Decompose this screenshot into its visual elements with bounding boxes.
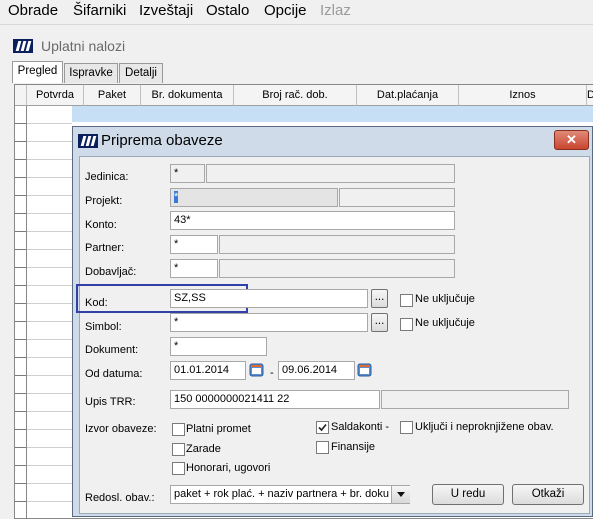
dobavljac-input[interactable]: * (170, 259, 218, 278)
ukljuci-neproknjizene-checkbox[interactable] (400, 421, 413, 434)
jedinica-label: Jedinica: (85, 171, 129, 183)
menu-bar: Obrade Šifarniki Izveštaji Ostalo Opcije… (0, 0, 593, 25)
chevron-down-icon (397, 492, 405, 497)
date-separator: - (270, 367, 274, 379)
dialog-title: Priprema obaveze (101, 132, 223, 149)
cancel-button[interactable]: Otkaži (512, 484, 584, 505)
upis-trr-label: Upis TRR: (85, 396, 136, 408)
grid-corner (15, 85, 27, 106)
platni-promet-checkbox[interactable] (172, 423, 185, 436)
projekt-name-field (339, 188, 455, 207)
redosled-value: paket + rok plać. + naziv partnera + br.… (174, 488, 389, 500)
kod-label: Kod: (85, 297, 108, 309)
tab-detalji[interactable]: Detalji (119, 63, 163, 83)
zarade-label: Zarade (186, 443, 221, 455)
dokument-input[interactable]: * (170, 337, 267, 356)
menu-opcije[interactable]: Opcije (264, 2, 307, 19)
kod-ne-ukljucuje-checkbox[interactable] (400, 294, 413, 307)
zarade-checkbox[interactable] (172, 443, 185, 456)
col-iznos[interactable]: Iznos (459, 85, 587, 106)
konto-input[interactable]: 43* (170, 211, 455, 230)
ok-button[interactable]: U redu (432, 484, 504, 505)
menu-izlaz[interactable]: Izlaz (320, 2, 351, 19)
jedinica-name-field (206, 164, 455, 183)
finansije-checkbox[interactable] (316, 441, 329, 454)
partner-name-field (219, 235, 455, 254)
honorari-label: Honorari, ugovori (186, 462, 271, 474)
upis-trr-name-field (381, 390, 569, 409)
menu-sifarniki[interactable]: Šifarniki (73, 2, 126, 19)
date-to-input[interactable]: 09.06.2014 (278, 361, 355, 380)
app-logo-icon (13, 39, 33, 53)
kod-ne-ukljucuje-label: Ne uključuje (415, 293, 475, 305)
row-indicator-column (15, 106, 27, 518)
date-from-input[interactable]: 01.01.2014 (170, 361, 246, 380)
menu-ostalo[interactable]: Ostalo (206, 2, 249, 19)
dobavljac-label: Dobavljač: (85, 266, 137, 278)
redosled-label: Redosl. obav.: (85, 492, 155, 504)
kod-input[interactable]: SZ,SS (170, 289, 368, 308)
redosled-dropdown-button[interactable] (391, 486, 410, 503)
ukljuci-neproknjizene-label: Uključi i neproknjižene obav. (415, 421, 554, 433)
projekt-label: Projekt: (85, 195, 123, 207)
col-d[interactable]: D (587, 85, 593, 106)
honorari-checkbox[interactable] (172, 462, 185, 475)
partner-input[interactable]: * (170, 235, 218, 254)
upis-trr-input[interactable]: 150 0000000021411 22 (170, 390, 380, 409)
date-from-calendar-icon[interactable] (249, 362, 265, 378)
finansije-label: Finansije (331, 441, 376, 453)
simbol-browse-button[interactable]: ... (371, 313, 388, 332)
simbol-ne-ukljucuje-label: Ne uključuje (415, 317, 475, 329)
simbol-input[interactable]: * (170, 313, 368, 332)
dobavljac-name-field (219, 259, 455, 278)
projekt-value: * (174, 191, 179, 203)
jedinica-input[interactable]: * (170, 164, 205, 183)
dialog-title-bar: Priprema obaveze ✕ (73, 127, 592, 155)
col-broj-rac-dob[interactable]: Broj rač. dob. (234, 85, 357, 106)
kod-browse-button[interactable]: ... (371, 289, 388, 308)
window-title: Uplatni nalozi (41, 38, 126, 54)
close-icon: ✕ (566, 132, 577, 147)
tab-ispravke[interactable]: Ispravke (64, 63, 118, 83)
tab-pregled[interactable]: Pregled (12, 61, 63, 83)
menu-izvestaji[interactable]: Izveštaji (139, 2, 193, 19)
col-potvrda[interactable]: Potvrda (27, 85, 84, 106)
grid-rows (27, 106, 72, 518)
od-datuma-label: Od datuma: (85, 368, 143, 380)
izvor-obaveze-label: Izvor obaveze: (85, 423, 157, 435)
redosled-select[interactable]: paket + rok plać. + naziv partnera + br.… (170, 485, 410, 504)
projekt-input[interactable]: * (170, 188, 338, 207)
dialog-logo-icon (78, 134, 98, 148)
konto-label: Konto: (85, 219, 117, 231)
menu-obrade[interactable]: Obrade (8, 2, 58, 19)
partner-label: Partner: (85, 242, 125, 254)
selected-row[interactable] (15, 106, 593, 122)
col-dat-placanja[interactable]: Dat.plaćanja (357, 85, 459, 106)
dialog-body: Jedinica: * Projekt: * Konto: 43* Partne… (76, 156, 590, 514)
col-paket[interactable]: Paket (84, 85, 141, 106)
priprema-obaveze-dialog: Priprema obaveze ✕ Jedinica: * Projekt: … (72, 126, 593, 517)
col-br-dokumenta[interactable]: Br. dokumenta (141, 85, 234, 106)
saldakonti-label: Saldakonti - (331, 421, 390, 433)
saldakonti-checkbox[interactable] (316, 421, 329, 434)
checkmark-icon (318, 423, 327, 432)
dokument-label: Dokument: (85, 344, 139, 356)
date-to-calendar-icon[interactable] (357, 362, 373, 378)
platni-promet-label: Platni promet (186, 423, 251, 435)
simbol-ne-ukljucuje-checkbox[interactable] (400, 318, 413, 331)
simbol-label: Simbol: (85, 321, 122, 333)
close-button[interactable]: ✕ (554, 130, 589, 150)
